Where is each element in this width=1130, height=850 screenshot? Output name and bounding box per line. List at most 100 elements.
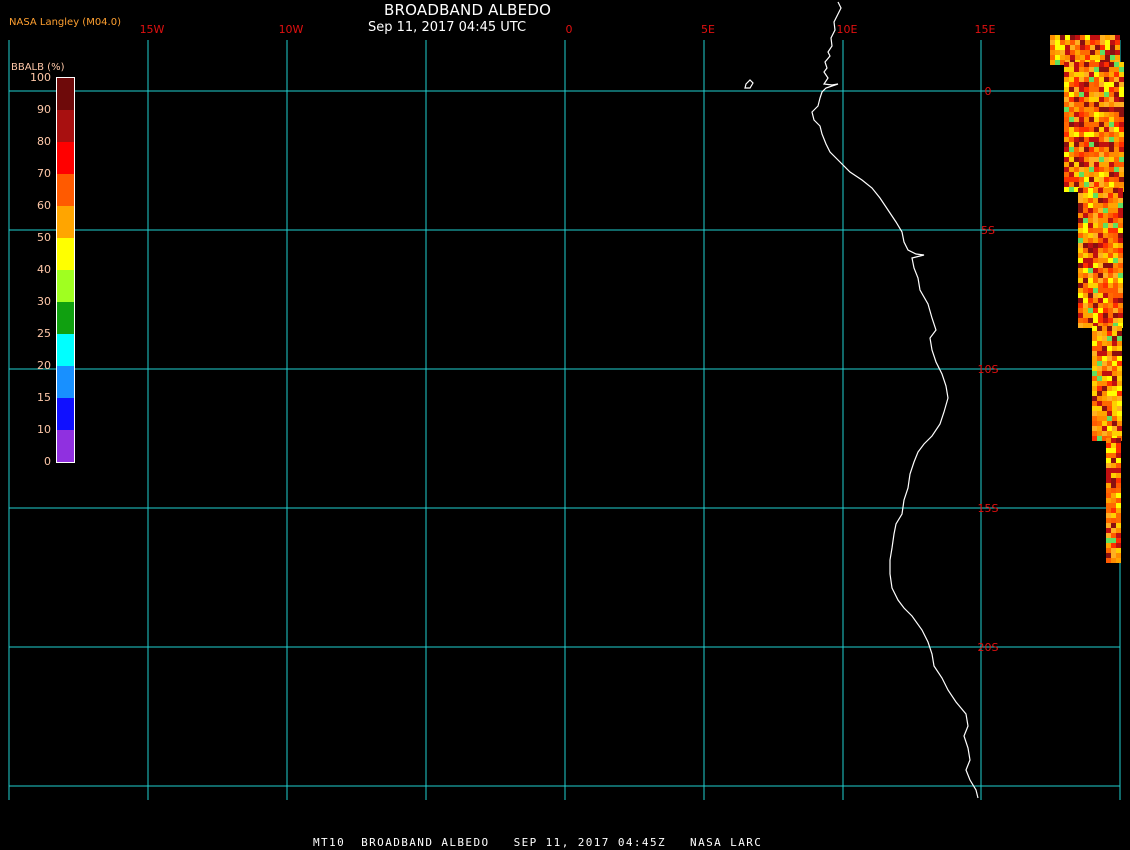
albedo-pixel: [1055, 55, 1060, 60]
albedo-pixel: [1097, 356, 1102, 361]
albedo-pixel: [1104, 92, 1109, 97]
longitude-label: 0: [566, 23, 573, 36]
albedo-pixel: [1111, 478, 1116, 483]
colorbar-tick-label: 10: [37, 423, 51, 436]
albedo-pixel: [1093, 313, 1098, 318]
albedo-pixel: [1079, 97, 1084, 102]
albedo-pixel: [1113, 248, 1118, 253]
albedo-pixel: [1089, 182, 1094, 187]
credit-label: NASA Langley (M04.0): [9, 17, 121, 28]
albedo-pixel: [1114, 177, 1119, 182]
albedo-pixel: [1084, 127, 1089, 132]
albedo-pixel: [1085, 50, 1090, 55]
albedo-pixel: [1098, 198, 1103, 203]
albedo-pixel: [1094, 147, 1099, 152]
albedo-pixel: [1089, 122, 1094, 127]
albedo-pixel: [1088, 298, 1093, 303]
albedo-pixel: [1106, 493, 1111, 498]
albedo-pixel: [1117, 411, 1122, 416]
albedo-pixel: [1098, 268, 1103, 273]
albedo-pixel: [1083, 273, 1088, 278]
albedo-pixel: [1069, 157, 1074, 162]
albedo-pixel: [1118, 273, 1123, 278]
albedo-pixel: [1118, 253, 1123, 258]
albedo-pixel: [1074, 122, 1079, 127]
albedo-pixel: [1099, 127, 1104, 132]
albedo-pixel: [1093, 258, 1098, 263]
albedo-pixel: [1050, 55, 1055, 60]
albedo-pixel: [1088, 198, 1093, 203]
albedo-pixel: [1114, 102, 1119, 107]
albedo-pixel: [1088, 308, 1093, 313]
albedo-pixel: [1078, 298, 1083, 303]
albedo-pixel: [1118, 298, 1123, 303]
albedo-pixel: [1094, 72, 1099, 77]
albedo-pixel: [1102, 336, 1107, 341]
albedo-pixel: [1095, 45, 1100, 50]
albedo-pixel: [1118, 188, 1123, 193]
albedo-pixel: [1114, 157, 1119, 162]
albedo-pixel: [1099, 137, 1104, 142]
albedo-pixel: [1084, 82, 1089, 87]
albedo-pixel: [1114, 117, 1119, 122]
albedo-pixel: [1098, 238, 1103, 243]
albedo-pixel: [1108, 213, 1113, 218]
albedo-pixel: [1094, 77, 1099, 82]
albedo-pixel: [1116, 503, 1121, 508]
albedo-pixel: [1092, 346, 1097, 351]
albedo-pixel: [1118, 228, 1123, 233]
albedo-pixel: [1064, 172, 1069, 177]
albedo-pixel: [1088, 238, 1093, 243]
albedo-pixel: [1083, 193, 1088, 198]
albedo-pixel: [1079, 152, 1084, 157]
albedo-pixel: [1069, 147, 1074, 152]
albedo-pixel: [1070, 45, 1075, 50]
albedo-pixel: [1112, 386, 1117, 391]
albedo-pixel: [1092, 381, 1097, 386]
albedo-pixel: [1069, 127, 1074, 132]
albedo-pixel: [1079, 77, 1084, 82]
albedo-pixel: [1108, 198, 1113, 203]
albedo-pixel: [1099, 167, 1104, 172]
albedo-pixel: [1084, 97, 1089, 102]
albedo-pixel: [1112, 366, 1117, 371]
albedo-pixel: [1089, 137, 1094, 142]
albedo-pixel: [1060, 40, 1065, 45]
albedo-pixel: [1117, 391, 1122, 396]
albedo-pixel: [1094, 122, 1099, 127]
albedo-pixel: [1078, 303, 1083, 308]
albedo-pixel: [1108, 233, 1113, 238]
albedo-pixel: [1116, 493, 1121, 498]
albedo-pixel: [1104, 172, 1109, 177]
albedo-pixel: [1109, 92, 1114, 97]
longitude-label: 15E: [975, 23, 996, 36]
albedo-pixel: [1050, 35, 1055, 40]
albedo-pixel: [1107, 386, 1112, 391]
albedo-pixel: [1088, 283, 1093, 288]
albedo-pixel: [1113, 303, 1118, 308]
albedo-pixel: [1078, 228, 1083, 233]
albedo-pixel: [1105, 35, 1110, 40]
albedo-pixel: [1084, 137, 1089, 142]
albedo-pixel: [1111, 553, 1116, 558]
albedo-pixel: [1079, 142, 1084, 147]
albedo-pixel: [1119, 87, 1124, 92]
albedo-pixel: [1115, 50, 1120, 55]
albedo-pixel: [1107, 391, 1112, 396]
colorbar-tick-label: 100: [30, 71, 51, 84]
albedo-pixel: [1069, 77, 1074, 82]
albedo-pixel: [1083, 323, 1088, 328]
albedo-pixel: [1079, 112, 1084, 117]
albedo-pixel: [1109, 127, 1114, 132]
albedo-pixel: [1099, 177, 1104, 182]
albedo-pixel: [1114, 167, 1119, 172]
albedo-pixel: [1083, 288, 1088, 293]
albedo-pixel: [1098, 288, 1103, 293]
albedo-pixel: [1114, 72, 1119, 77]
albedo-pixel: [1097, 381, 1102, 386]
albedo-pixel: [1106, 523, 1111, 528]
albedo-pixel: [1118, 233, 1123, 238]
latitude-label: 5S: [981, 224, 995, 237]
albedo-pixel: [1084, 147, 1089, 152]
albedo-pixel: [1098, 283, 1103, 288]
